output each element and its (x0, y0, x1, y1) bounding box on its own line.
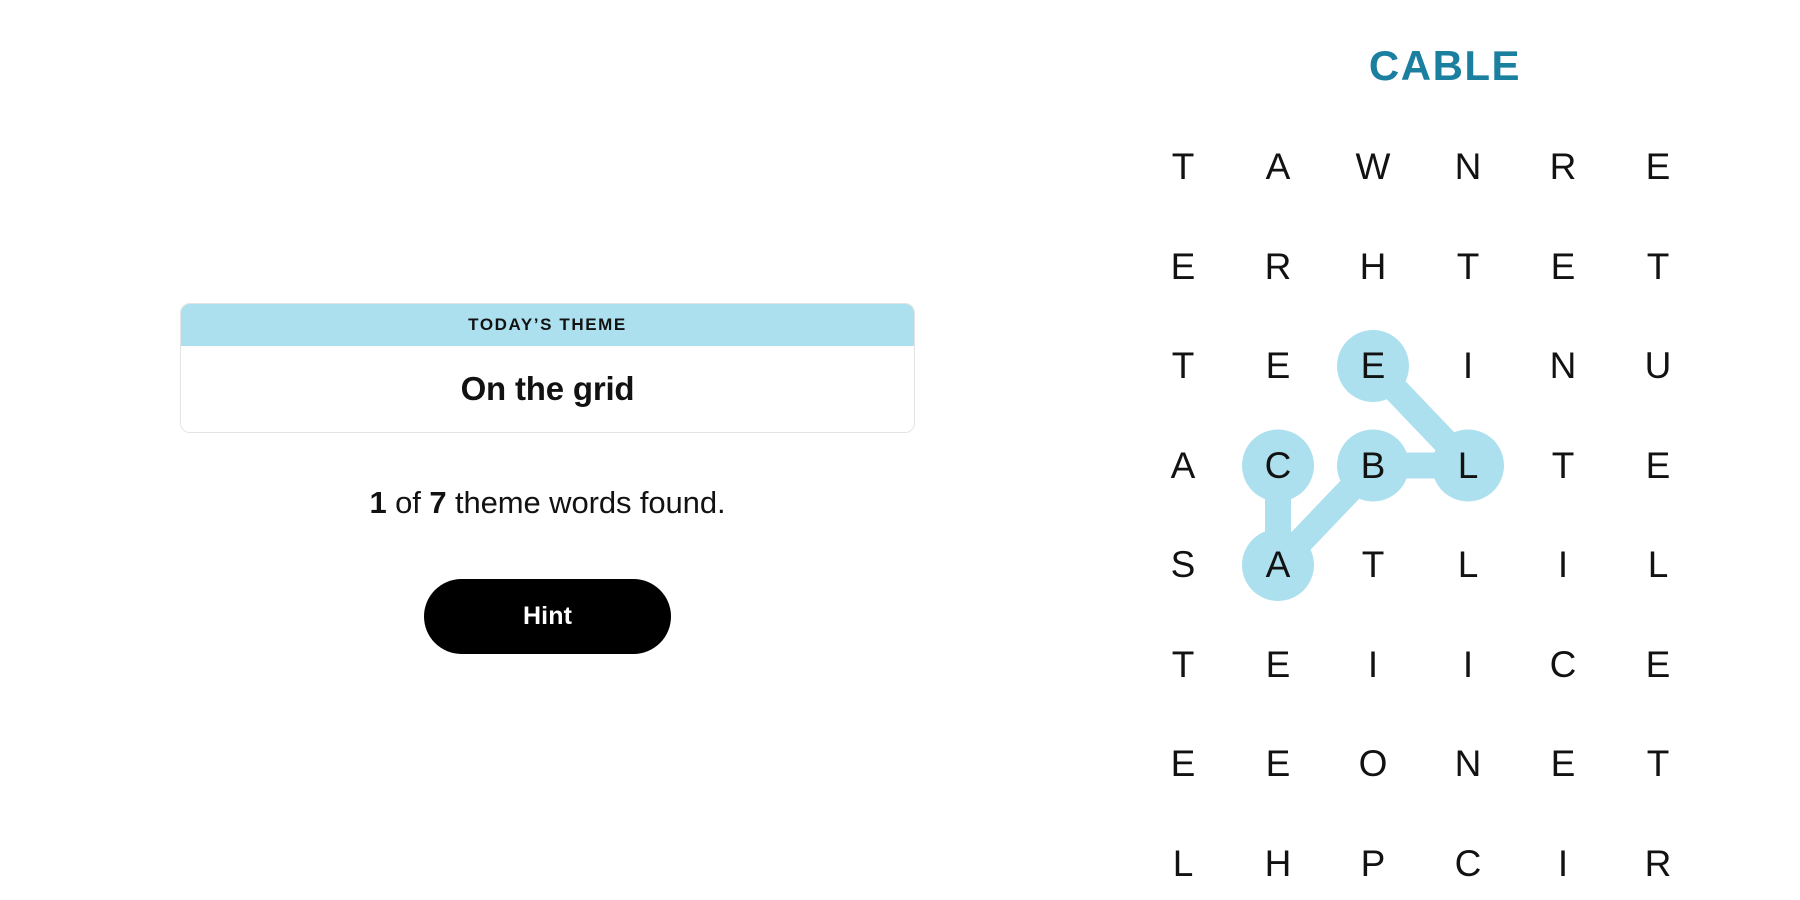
grid-cell[interactable]: T (1342, 534, 1404, 596)
grid-cell[interactable]: E (1247, 733, 1309, 795)
grid-cell[interactable]: U (1627, 335, 1689, 397)
grid-cell[interactable]: E (1627, 634, 1689, 696)
grid-cell[interactable]: C (1532, 634, 1594, 696)
word-search-page: TODAY’S THEME On the grid 1 of 7 theme w… (0, 0, 1800, 900)
grid-cell[interactable]: T (1152, 136, 1214, 198)
grid-cell[interactable]: C (1247, 435, 1309, 497)
grid-cell[interactable]: I (1532, 534, 1594, 596)
grid-cell[interactable]: E (1152, 733, 1214, 795)
grid-cell[interactable]: E (1152, 236, 1214, 298)
theme-card-header-label: TODAY’S THEME (468, 315, 627, 334)
grid-cell[interactable]: I (1437, 335, 1499, 397)
grid-cell[interactable]: L (1437, 534, 1499, 596)
grid-cell[interactable]: A (1247, 534, 1309, 596)
grid-cell[interactable]: H (1342, 236, 1404, 298)
grid-cell[interactable]: T (1532, 435, 1594, 497)
grid-cell[interactable]: O (1342, 733, 1404, 795)
grid-cell[interactable]: E (1627, 136, 1689, 198)
grid-cell[interactable]: E (1247, 335, 1309, 397)
grid-cell[interactable]: L (1627, 534, 1689, 596)
todays-theme-card: TODAY’S THEME On the grid (180, 303, 915, 433)
grid-cell[interactable]: W (1342, 136, 1404, 198)
grid-cell[interactable]: P (1342, 833, 1404, 895)
grid-cell[interactable]: L (1152, 833, 1214, 895)
total-count: 7 (429, 485, 447, 520)
grid-cell[interactable]: N (1437, 136, 1499, 198)
grid-cell[interactable]: T (1152, 634, 1214, 696)
grid-cell[interactable]: T (1152, 335, 1214, 397)
grid-cell[interactable]: N (1532, 335, 1594, 397)
grid-cell[interactable]: I (1437, 634, 1499, 696)
grid-cell[interactable]: B (1342, 435, 1404, 497)
grid-cell[interactable]: R (1247, 236, 1309, 298)
grid-cell[interactable]: L (1437, 435, 1499, 497)
grid-cell[interactable]: E (1532, 236, 1594, 298)
hint-button[interactable]: Hint (424, 579, 671, 654)
grid-cell[interactable]: R (1532, 136, 1594, 198)
grid-cell[interactable]: I (1342, 634, 1404, 696)
found-word-title: CABLE (1368, 42, 1522, 89)
grid-cell[interactable]: T (1627, 733, 1689, 795)
progress-suffix-text: theme words found. (446, 485, 726, 520)
grid-cell[interactable]: E (1532, 733, 1594, 795)
grid-cell[interactable]: A (1152, 435, 1214, 497)
grid-cell[interactable]: E (1627, 435, 1689, 497)
theme-title: On the grid (460, 370, 635, 407)
grid-cell[interactable]: E (1342, 335, 1404, 397)
word-search-grid[interactable]: TAWNREERHTETTEEINUACBLTESATLILTEIICEEEON… (1090, 128, 1800, 884)
grid-letter-layer: TAWNREERHTETTEEINUACBLTESATLILTEIICEEEON… (1090, 128, 1800, 884)
grid-cell[interactable]: T (1627, 236, 1689, 298)
grid-cell[interactable]: S (1152, 534, 1214, 596)
right-panel: CABLE TAWNREERHTETTEEINUACBLTESATLILTEII… (1090, 0, 1800, 900)
grid-cell[interactable]: I (1532, 833, 1594, 895)
grid-cell[interactable]: H (1247, 833, 1309, 895)
found-count: 1 (369, 485, 387, 520)
theme-card-header: TODAY’S THEME (181, 304, 914, 346)
grid-cell[interactable]: R (1627, 833, 1689, 895)
left-panel: TODAY’S THEME On the grid 1 of 7 theme w… (0, 0, 1090, 900)
theme-card-body: On the grid (181, 346, 914, 432)
grid-cell[interactable]: E (1247, 634, 1309, 696)
grid-cell[interactable]: N (1437, 733, 1499, 795)
grid-cell[interactable]: C (1437, 833, 1499, 895)
grid-cell[interactable]: A (1247, 136, 1309, 198)
grid-cell[interactable]: T (1437, 236, 1499, 298)
theme-words-progress: 1 of 7 theme words found. (180, 485, 915, 521)
progress-of-text: of (386, 485, 430, 520)
